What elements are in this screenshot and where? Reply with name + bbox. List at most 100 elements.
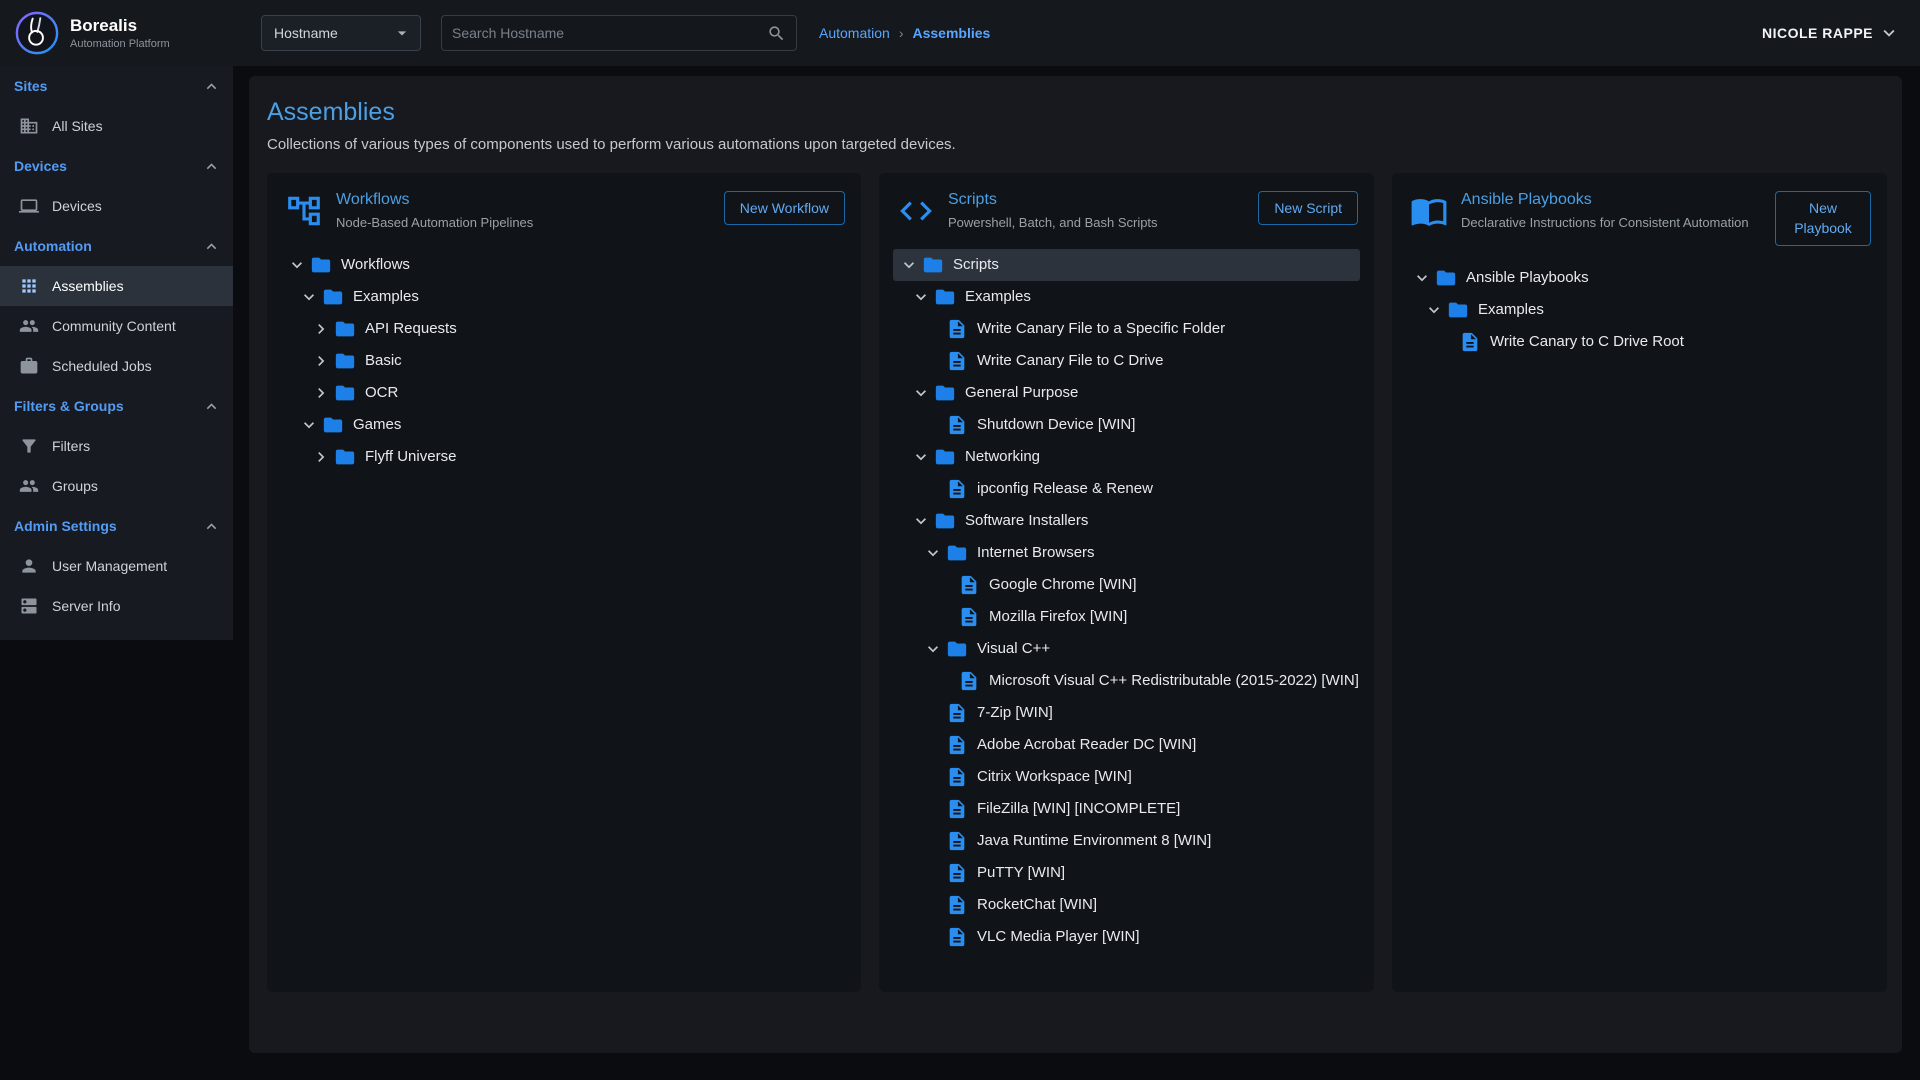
chevron-down-icon[interactable] [1424,300,1444,320]
hostname-select[interactable]: Hostname [261,15,421,51]
tree-folder-row[interactable]: Ansible Playbooks [1406,262,1873,294]
sidebar-item-all-sites[interactable]: All Sites [0,106,233,146]
search-icon[interactable] [767,24,786,43]
chevron-down-icon[interactable] [911,511,931,531]
tree-folder-row[interactable]: Software Installers [893,505,1360,537]
folder-icon [922,254,944,276]
chevron-right-icon[interactable] [311,351,331,371]
scripts-card-title: Scripts [948,191,1235,209]
scripts-tree: Scripts ExamplesWrite Canary File to a Sp… [893,249,1360,978]
tree-file-row[interactable]: Java Runtime Environment 8 [WIN] [893,825,1360,857]
tree-file-row[interactable]: ipconfig Release & Renew [893,473,1360,505]
chevron-down-icon[interactable] [299,287,319,307]
sidebar-section-label: Admin Settings [14,518,117,534]
tree-item-label: Write Canary File to C Drive [977,351,1163,371]
tree-file-row[interactable]: VLC Media Player [WIN] [893,921,1360,953]
tree-item-label: Scripts [953,255,999,275]
tree-file-row[interactable]: Write Canary File to C Drive [893,345,1360,377]
tree-file-row[interactable]: Adobe Acrobat Reader DC [WIN] [893,729,1360,761]
chevron-down-icon[interactable] [911,383,931,403]
workflow-icon [285,192,323,230]
chevron-down-icon[interactable] [911,287,931,307]
folder-icon [934,446,956,468]
tree-folder-row[interactable]: Flyff Universe [281,441,847,473]
tree-file-row[interactable]: Shutdown Device [WIN] [893,409,1360,441]
new-playbook-button[interactable]: New Playbook [1775,191,1871,246]
chevron-down-icon[interactable] [911,447,931,467]
sidebar-item-user-management[interactable]: User Management [0,546,233,586]
tree-file-row[interactable]: Microsoft Visual C++ Redistributable (20… [893,665,1360,697]
user-menu[interactable]: NICOLE RAPPE [1762,22,1900,44]
playbooks-card-header: Ansible Playbooks Declarative Instructio… [1406,187,1873,246]
sidebar-section-header-filters-groups[interactable]: Filters & Groups [0,386,233,426]
chevron-up-icon [202,157,221,176]
sidebar-section-header-automation[interactable]: Automation [0,226,233,266]
tree-file-row[interactable]: Citrix Workspace [WIN] [893,761,1360,793]
chevron-up-icon [202,517,221,536]
sidebar-item-label: Filters [52,438,90,454]
tree-item-label: ipconfig Release & Renew [977,479,1153,499]
sidebar-item-label: User Management [52,558,167,574]
sidebar-item-label: Server Info [52,598,120,614]
breadcrumb-link-automation[interactable]: Automation [819,25,890,41]
folder-icon [934,382,956,404]
file-icon [946,830,968,852]
tree-file-row[interactable]: RocketChat [WIN] [893,889,1360,921]
sidebar-item-community-content[interactable]: Community Content [0,306,233,346]
tree-folder-row[interactable]: Scripts [893,249,1360,281]
tree-folder-row[interactable]: Workflows [281,249,847,281]
chevron-down-icon[interactable] [923,639,943,659]
tree-folder-row[interactable]: API Requests [281,313,847,345]
tree-item-label: Software Installers [965,511,1088,531]
sidebar-item-assemblies[interactable]: Assemblies [0,266,233,306]
sidebar-item-groups[interactable]: Groups [0,466,233,506]
tree-folder-row[interactable]: Networking [893,441,1360,473]
chevron-down-icon[interactable] [299,415,319,435]
sidebar-item-filters[interactable]: Filters [0,426,233,466]
new-script-button[interactable]: New Script [1258,191,1358,225]
sites-icon [19,116,39,136]
tree-folder-row[interactable]: Basic [281,345,847,377]
file-icon [946,414,968,436]
tree-item-label: API Requests [365,319,457,339]
new-workflow-button[interactable]: New Workflow [724,191,845,225]
folder-icon [1447,299,1469,321]
sidebar-section-header-devices[interactable]: Devices [0,146,233,186]
sidebar-section-label: Automation [14,238,92,254]
chevron-right-icon[interactable] [311,319,331,339]
sidebar-item-server-info[interactable]: Server Info [0,586,233,626]
tree-item-label: FileZilla [WIN] [INCOMPLETE] [977,799,1180,819]
tree-folder-row[interactable]: OCR [281,377,847,409]
chevron-down-icon[interactable] [899,255,919,275]
tree-folder-row[interactable]: Examples [281,281,847,313]
search-input[interactable] [452,25,767,41]
tree-file-row[interactable]: Write Canary to C Drive Root [1406,326,1873,358]
tree-file-row[interactable]: Write Canary File to a Specific Folder [893,313,1360,345]
tree-folder-row[interactable]: Examples [1406,294,1873,326]
user-name: NICOLE RAPPE [1762,25,1873,41]
sidebar-section-header-admin-settings[interactable]: Admin Settings [0,506,233,546]
tree-file-row[interactable]: 7-Zip [WIN] [893,697,1360,729]
hostname-select-value: Hostname [274,25,338,41]
chevron-down-icon[interactable] [1412,268,1432,288]
sidebar-section-header-sites[interactable]: Sites [0,66,233,106]
chevron-down-icon[interactable] [287,255,307,275]
tree-folder-row[interactable]: General Purpose [893,377,1360,409]
breadcrumb-link-assemblies[interactable]: Assemblies [913,25,991,41]
tree-folder-row[interactable]: Games [281,409,847,441]
sidebar-item-devices[interactable]: Devices [0,186,233,226]
sidebar-item-scheduled-jobs[interactable]: Scheduled Jobs [0,346,233,386]
tree-file-row[interactable]: FileZilla [WIN] [INCOMPLETE] [893,793,1360,825]
file-icon [946,478,968,500]
file-icon [946,702,968,724]
folder-icon [334,318,356,340]
chevron-down-icon[interactable] [923,543,943,563]
tree-folder-row[interactable]: Internet Browsers [893,537,1360,569]
chevron-right-icon[interactable] [311,447,331,467]
tree-folder-row[interactable]: Examples [893,281,1360,313]
chevron-right-icon[interactable] [311,383,331,403]
tree-file-row[interactable]: PuTTY [WIN] [893,857,1360,889]
tree-file-row[interactable]: Mozilla Firefox [WIN] [893,601,1360,633]
tree-file-row[interactable]: Google Chrome [WIN] [893,569,1360,601]
tree-folder-row[interactable]: Visual C++ [893,633,1360,665]
